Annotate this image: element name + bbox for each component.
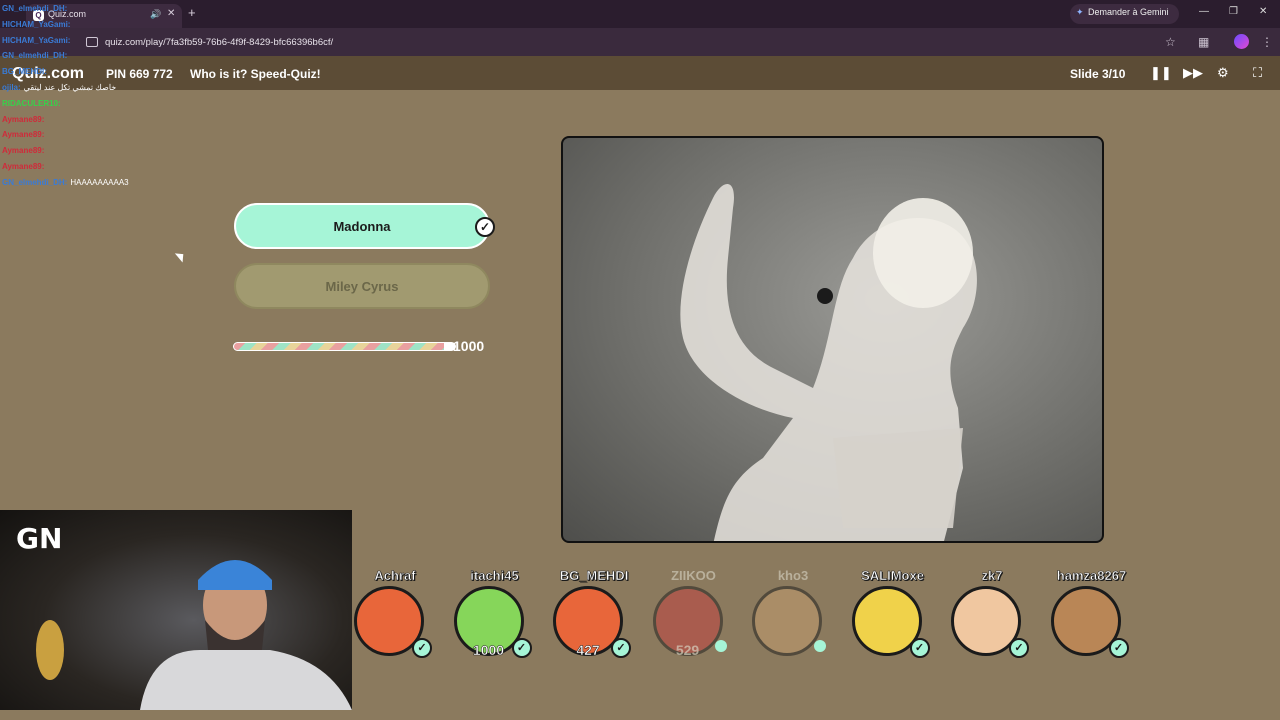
- player-name: hamza8267: [1056, 568, 1127, 584]
- chat-message: Aymane89:: [2, 130, 202, 146]
- gemini-button[interactable]: ✦ Demander à Gemini: [1070, 4, 1179, 24]
- chat-username: Aymane89:: [2, 130, 45, 140]
- player-card: itachi45 1000 ✓: [450, 568, 540, 660]
- chat-username: Aymane89:: [2, 146, 45, 156]
- chat-username: HICHAM_YaGami:: [2, 19, 71, 29]
- score-value: 1000: [453, 338, 485, 354]
- answered-check-icon: ✓: [511, 638, 532, 658]
- settings-gear-icon[interactable]: ⚙: [1217, 65, 1229, 81]
- pause-icon[interactable]: ❚❚: [1150, 65, 1172, 81]
- chat-username: GN_elmehdi_DH:: [2, 51, 68, 61]
- chat-username: RIDACULER10:: [2, 98, 61, 108]
- player-name: kho3: [777, 568, 809, 583]
- chat-message: Aymane89:: [2, 162, 202, 178]
- fullscreen-icon[interactable]: ⛶: [1253, 65, 1262, 81]
- profile-avatar[interactable]: [1234, 34, 1249, 49]
- stream-chat-overlay: GN_elmehdi_DH: HICHAM_YaGami: HICHAM_YaGam…: [2, 4, 202, 194]
- answered-check-icon: ✓: [909, 638, 930, 658]
- minimize-icon[interactable]: —: [1199, 6, 1209, 17]
- bookmark-star-icon[interactable]: ☆: [1165, 35, 1176, 49]
- player-card: kho3: [748, 568, 838, 660]
- pending-dot-icon: [814, 640, 826, 652]
- chat-username: Aymane89:: [2, 161, 45, 171]
- player-name: BG_MEHDI: [559, 568, 629, 584]
- answered-check-icon: ✓: [611, 638, 631, 658]
- chat-message: ojila: خاصك تمشي تكل عند ليتقي: [2, 83, 202, 99]
- chat-username: ojila:: [2, 82, 21, 92]
- chat-username: GN_elmehdi_DH:: [2, 4, 68, 13]
- chat-message: GN_elmehdi_DH: HAAAAAAAAA3: [2, 178, 202, 194]
- answered-check-icon: ✓: [412, 638, 432, 658]
- answered-check-icon: ✓: [1009, 638, 1029, 658]
- pending-dot-icon: [714, 640, 727, 652]
- gemini-icon: ✦: [1076, 7, 1084, 17]
- gemini-label: Demander à Gemini: [1088, 7, 1169, 17]
- correct-check-icon: ✓: [475, 217, 495, 237]
- close-window-icon[interactable]: ✕: [1259, 6, 1267, 17]
- chat-username: HICHAM_YaGami:: [2, 35, 71, 45]
- chat-message: RIDACULER10:: [2, 99, 202, 115]
- player-card: Achraf ✓: [350, 568, 440, 660]
- slide-counter: Slide 3/10: [1070, 67, 1126, 81]
- skip-icon[interactable]: ▶▶: [1183, 65, 1203, 81]
- player-card: ZIIKOO 529: [649, 568, 739, 660]
- chat-message: HICHAM_YaGami:: [2, 20, 202, 36]
- gn-logo: GN: [16, 522, 63, 555]
- mouse-cursor-icon: [174, 249, 188, 263]
- chat-text: خاصك تمشي تكل عند ليتقي: [23, 82, 117, 92]
- chat-username: GN_elmehdi_DH:: [2, 177, 68, 187]
- score-progress-bar: [233, 342, 453, 351]
- answer-correct[interactable]: Madonna: [234, 203, 490, 249]
- player-name: zk7: [981, 568, 1003, 584]
- player-name: SALIMoxe: [861, 568, 924, 584]
- player-name: ZIIKOO: [671, 568, 716, 583]
- chat-username: Aymane89:: [2, 114, 45, 124]
- chat-message: Aymane89:: [2, 115, 202, 131]
- player-card: zk7 ✓: [947, 568, 1037, 660]
- performer-silhouette: [680, 184, 977, 541]
- chat-message: HICHAM_YaGami:: [2, 36, 202, 52]
- player-card: SALIMoxe ✓: [848, 568, 938, 660]
- chat-text: HAAAAAAAAA3: [70, 177, 129, 187]
- player-avatar: [752, 586, 822, 656]
- chat-message: Aymane89:: [2, 146, 202, 162]
- chat-message: GN_elmehdi_DH:: [2, 51, 202, 67]
- player-name: Achraf: [374, 568, 416, 584]
- player-name: itachi45: [470, 568, 519, 584]
- menu-dots-icon[interactable]: ⋮: [1261, 35, 1273, 49]
- chat-username: BG_MEHDI:: [2, 67, 47, 77]
- extensions-icon[interactable]: ▦: [1198, 35, 1209, 49]
- question-photo: [561, 136, 1104, 543]
- chat-message: GN_elmehdi_DH:: [2, 4, 202, 20]
- restore-icon[interactable]: ❐: [1229, 6, 1238, 17]
- answered-check-icon: ✓: [1108, 638, 1129, 658]
- quiz-title: Who is it? Speed-Quiz!: [190, 67, 321, 81]
- answer-wrong[interactable]: Miley Cyrus: [234, 263, 490, 309]
- streamer-webcam: GN: [0, 510, 352, 710]
- chat-message: BG_MEHDI:: [2, 67, 202, 83]
- player-card: BG_MEHDI 427 ✓: [549, 568, 639, 660]
- player-card: hamza8267 ✓: [1047, 568, 1137, 660]
